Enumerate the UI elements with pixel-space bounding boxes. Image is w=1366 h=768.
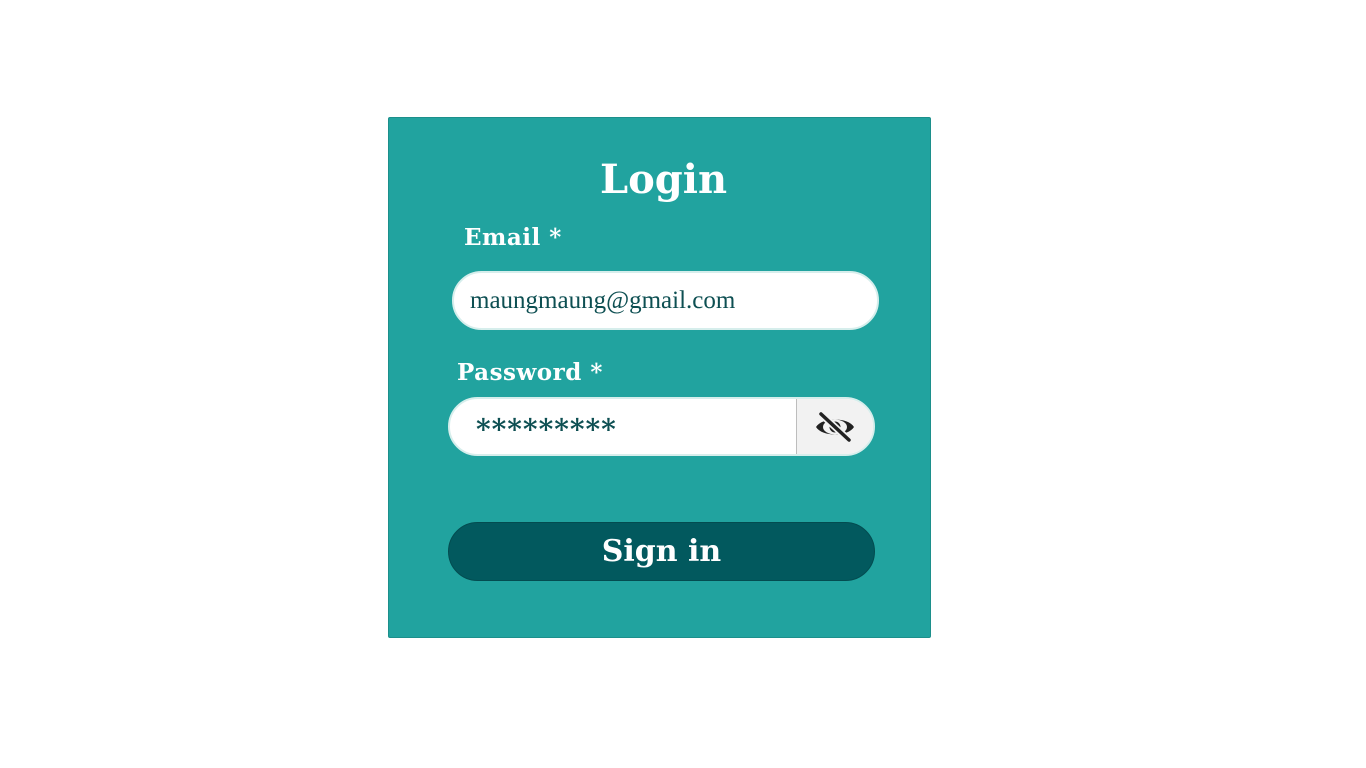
login-card: Login Email * Password * ********* Sign …	[388, 117, 931, 638]
password-field[interactable]: *********	[450, 399, 796, 454]
login-title: Login	[599, 156, 728, 203]
password-group: *********	[448, 397, 875, 456]
email-label: Email *	[464, 224, 562, 251]
sign-in-button[interactable]: Sign in	[448, 522, 875, 581]
page: Login Email * Password * ********* Sign …	[0, 0, 1366, 768]
eye-slash-icon	[816, 411, 854, 442]
password-label: Password *	[457, 359, 603, 386]
email-field[interactable]	[452, 271, 879, 330]
password-visibility-toggle[interactable]	[796, 399, 873, 454]
